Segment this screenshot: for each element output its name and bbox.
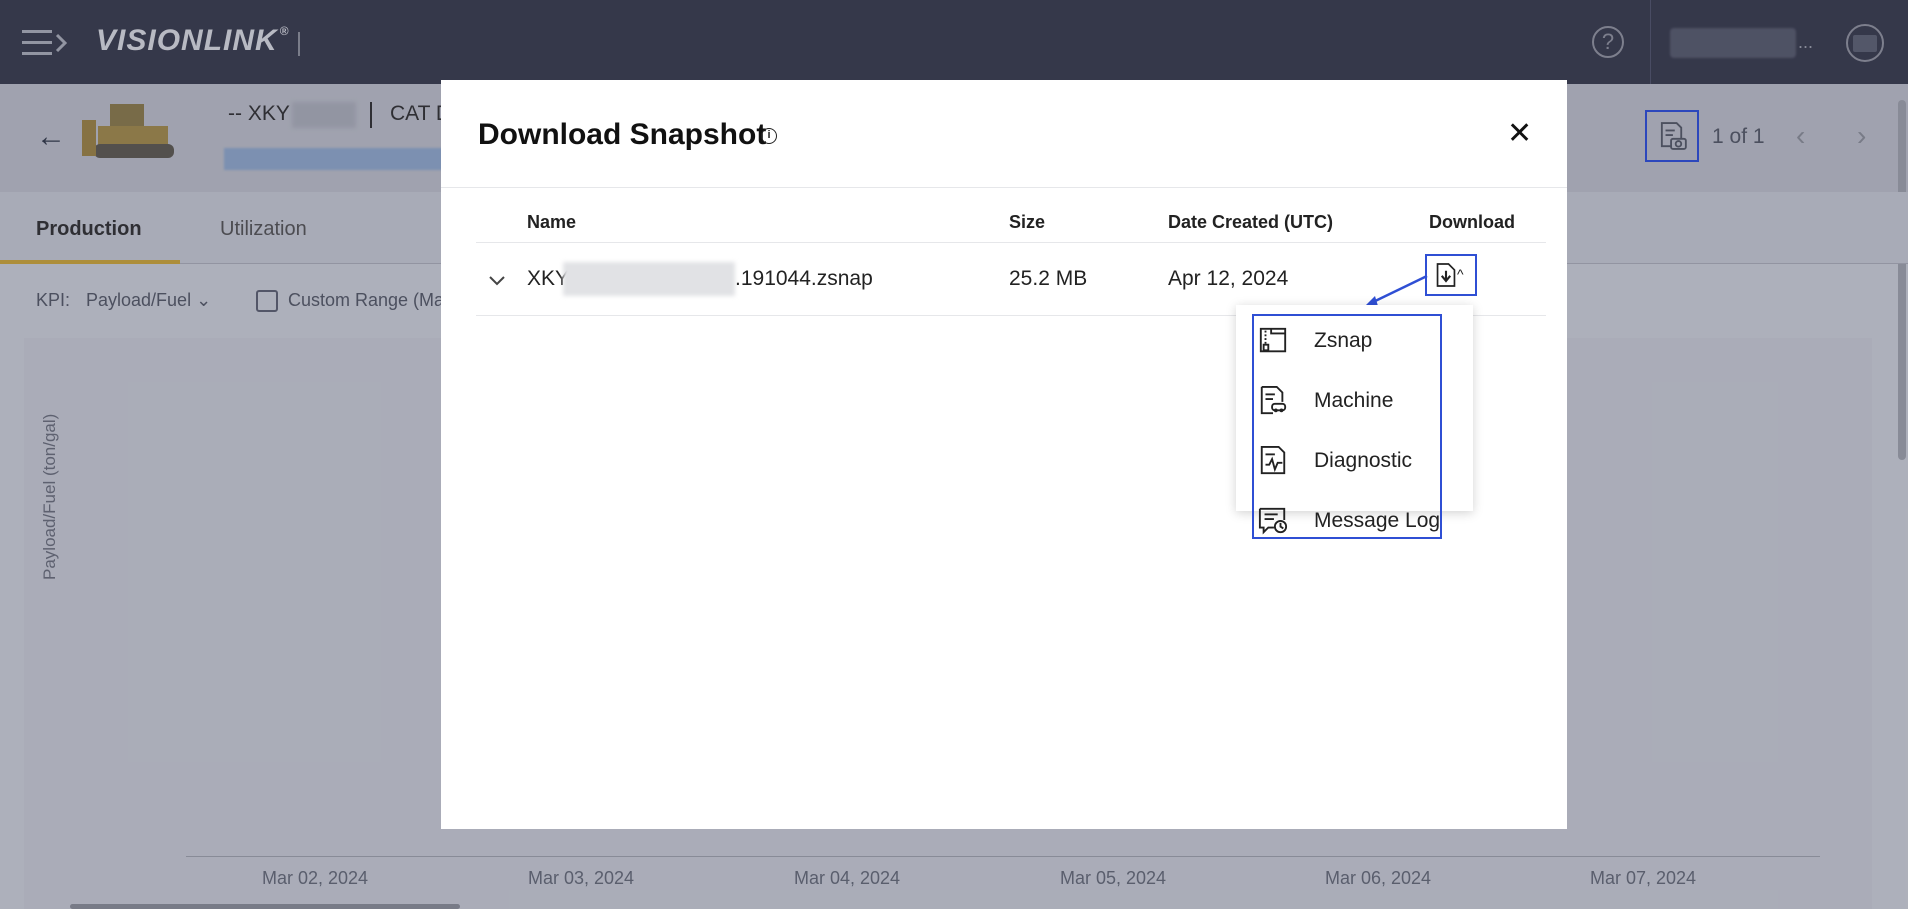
modal-header-divider: [441, 187, 1567, 188]
column-header-name: Name: [527, 212, 577, 232]
download-options-menu: Zsnap Machine Diagnostic Message Log: [1236, 305, 1473, 539]
file-name-blurred: [563, 262, 735, 296]
file-date: Apr 12, 2024: [1168, 267, 1289, 290]
diagnostic-document-icon: [1260, 445, 1286, 475]
download-file-icon: [1436, 263, 1456, 287]
machine-document-icon: [1260, 385, 1287, 415]
menu-item-label: Diagnostic: [1314, 449, 1413, 472]
column-header-download: Download: [1429, 212, 1515, 232]
menu-item-label: Machine: [1314, 389, 1394, 412]
download-snapshot-modal: Download Snapshot i ✕ Name Size Date Cre…: [441, 80, 1567, 829]
close-button[interactable]: ✕: [1507, 116, 1532, 151]
download-button[interactable]: ^: [1425, 254, 1477, 296]
zip-file-icon: [1259, 327, 1287, 353]
expand-row-chevron-icon[interactable]: [489, 270, 505, 291]
menu-item-message-log[interactable]: Message Log: [1258, 501, 1454, 541]
column-header-size: Size: [1009, 212, 1046, 232]
menu-item-label: Message Log: [1314, 509, 1441, 532]
menu-item-label: Zsnap: [1314, 329, 1373, 352]
file-name-suffix: .191044.zsnap: [735, 267, 873, 290]
menu-item-zsnap[interactable]: Zsnap: [1258, 321, 1454, 361]
info-icon[interactable]: i: [761, 128, 777, 144]
menu-item-diagnostic[interactable]: Diagnostic: [1258, 441, 1454, 481]
message-log-icon: [1258, 507, 1288, 535]
chevron-up-icon: ^: [1457, 266, 1464, 282]
column-header-date: Date Created (UTC): [1168, 212, 1334, 232]
table-header-divider: [476, 242, 1546, 243]
file-size: 25.2 MB: [1009, 267, 1088, 290]
menu-item-machine[interactable]: Machine: [1258, 381, 1454, 421]
modal-title: Download Snapshot: [478, 118, 767, 151]
